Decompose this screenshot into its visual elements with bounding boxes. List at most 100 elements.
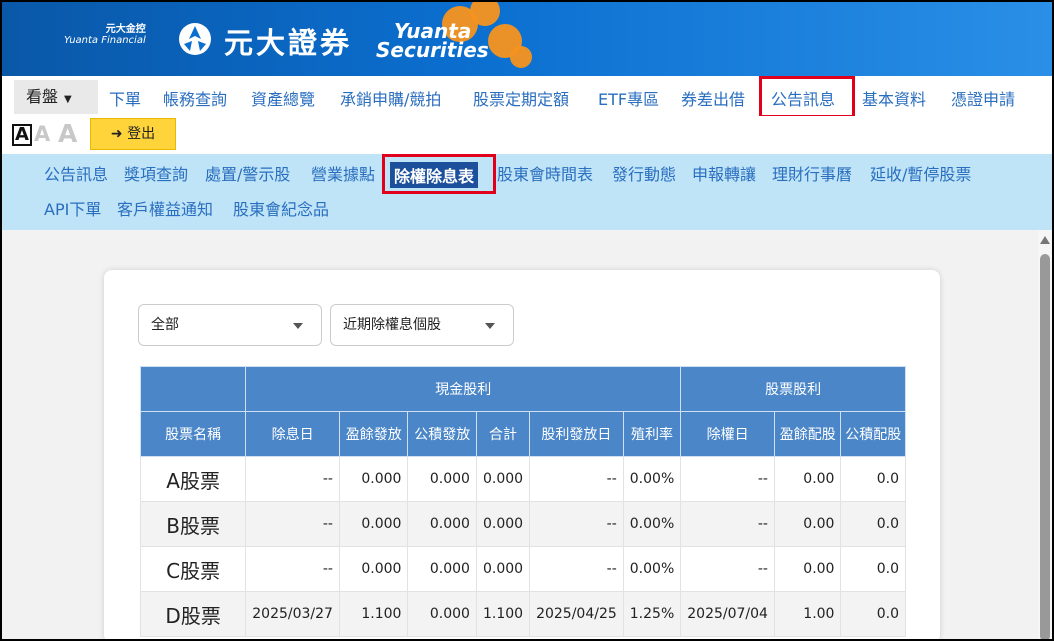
sub-item-shareholder-meetings[interactable]: 股東會時間表 xyxy=(497,161,593,185)
column-header[interactable]: 股利發放日 xyxy=(529,411,624,457)
dropdown-arrow-icon xyxy=(293,323,303,329)
nav-item-assets[interactable]: 資產總覽 xyxy=(251,86,315,110)
nav-item-certificate[interactable]: 憑證申請 xyxy=(951,86,1015,110)
table-cell: 0.000 xyxy=(407,501,477,547)
nav-item-regular-investment[interactable]: 股票定期定額 xyxy=(473,86,569,110)
nav-item-securities-lending[interactable]: 券差出借 xyxy=(681,86,745,110)
header-banner: 元大金控 Yuanta Financial 元大證券 Yuanta Securi… xyxy=(2,2,1052,76)
dropdown-arrow-icon xyxy=(485,323,495,329)
kanpan-label: 看盤 xyxy=(26,87,59,106)
table-cell: -- xyxy=(245,456,340,502)
browser-frame: 元大金控 Yuanta Financial 元大證券 Yuanta Securi… xyxy=(0,0,1054,641)
sub-item-customer-rights[interactable]: 客戶權益通知 xyxy=(117,196,213,220)
stock-name-cell[interactable]: B股票 xyxy=(140,501,247,547)
font-size-large-button[interactable]: A xyxy=(58,119,77,148)
table-row: B股票 -- 0.000 0.000 0.000 -- 0.00% -- 0.0… xyxy=(140,501,906,547)
table-cell: 0.000 xyxy=(475,546,531,592)
sub-item-api-order[interactable]: API下單 xyxy=(44,196,101,220)
sub-item-finance-calendar[interactable]: 理財行事曆 xyxy=(772,161,852,185)
sub-nav: 公告訊息 獎項查詢 處置/警示股 營業據點 除權除息表 股東會時間表 發行動態 … xyxy=(2,154,1052,230)
vertical-scrollbar[interactable] xyxy=(1038,230,1052,639)
dividend-table-wrapper: 現金股利 股票股利 股票名稱 除息日 盈餘發放 公積發放 合計 股利發放日 殖利… xyxy=(140,366,906,639)
toolbar: A A A ➜ 登出 xyxy=(2,116,1052,154)
table-cell: 0.000 xyxy=(338,501,409,547)
table-cell: 0.00% xyxy=(622,501,682,547)
group-header-stock-dividend: 股票股利 xyxy=(680,366,906,412)
highlight-box-ex-dividend xyxy=(382,154,496,194)
column-header[interactable]: 合計 xyxy=(475,411,531,457)
dividend-table: 現金股利 股票股利 股票名稱 除息日 盈餘發放 公積發放 合計 股利發放日 殖利… xyxy=(140,366,906,637)
table-cell: 0.000 xyxy=(407,546,477,592)
table-cell: -- xyxy=(680,546,775,592)
brand-name-en: Yuanta Securities xyxy=(376,21,489,62)
font-size-small-button[interactable]: A xyxy=(12,124,32,146)
table-cell: -- xyxy=(680,456,775,502)
table-cell: -- xyxy=(529,456,624,502)
nav-item-underwriting[interactable]: 承銷申購/競拍 xyxy=(340,86,441,110)
table-cell: -- xyxy=(245,546,340,592)
stock-name-cell[interactable]: D股票 xyxy=(140,591,247,637)
group-header-cash-dividend: 現金股利 xyxy=(245,366,682,412)
table-cell: 1.100 xyxy=(475,591,531,637)
range-select[interactable]: 近期除權息個股 xyxy=(330,304,514,346)
stock-name-cell[interactable]: A股票 xyxy=(140,456,247,502)
column-header[interactable]: 除權日 xyxy=(680,411,775,457)
table-cell: -- xyxy=(680,501,775,547)
table-cell: 2025/04/25 xyxy=(529,591,624,637)
group-logo-cn: 元大金控 xyxy=(105,24,146,35)
table-cell: -- xyxy=(529,501,624,547)
table-row: A股票 -- 0.000 0.000 0.000 -- 0.00% -- 0.0… xyxy=(140,456,906,502)
table-cell: 2025/07/04 xyxy=(680,591,775,637)
column-header[interactable]: 殖利率 xyxy=(622,411,682,457)
sub-item-issuance[interactable]: 發行動態 xyxy=(612,161,676,185)
table-cell: 0.000 xyxy=(475,456,531,502)
sign-out-icon: ➜ xyxy=(110,126,123,142)
market-select[interactable]: 全部 xyxy=(138,304,322,346)
group-logo-en: Yuanta Financial xyxy=(64,35,146,46)
table-cell: 1.100 xyxy=(338,591,409,637)
sub-item-disposal-warning[interactable]: 處置/警示股 xyxy=(205,161,290,185)
sub-item-announcements[interactable]: 公告訊息 xyxy=(44,161,108,185)
column-header[interactable]: 除息日 xyxy=(245,411,340,457)
table-cell: 0.0 xyxy=(840,501,906,547)
sub-item-awards[interactable]: 獎項查詢 xyxy=(124,161,188,185)
nav-item-account[interactable]: 帳務查詢 xyxy=(163,86,227,110)
sub-item-transfer-report[interactable]: 申報轉讓 xyxy=(692,161,756,185)
table-cell: 0.00% xyxy=(622,546,682,592)
nav-item-basic-info[interactable]: 基本資料 xyxy=(862,86,926,110)
table-row: D股票 2025/03/27 1.100 0.000 1.100 2025/04… xyxy=(140,591,906,637)
font-size-medium-button[interactable]: A xyxy=(34,122,50,146)
column-header[interactable]: 盈餘配股 xyxy=(773,411,842,457)
table-cell: 0.000 xyxy=(338,456,409,502)
nav-item-etf[interactable]: ETF專區 xyxy=(598,86,659,110)
scroll-thumb[interactable] xyxy=(1040,254,1050,639)
column-header[interactable]: 盈餘發放 xyxy=(338,411,409,457)
table-cell: 0.0 xyxy=(840,546,906,592)
table-cell: -- xyxy=(529,546,624,592)
group-logo: 元大金控 Yuanta Financial xyxy=(64,24,146,46)
table-cell: 0.00% xyxy=(622,456,682,502)
scroll-up-arrow-icon[interactable] xyxy=(1040,236,1050,244)
column-header[interactable]: 公積配股 xyxy=(840,411,906,457)
header-empty-cell xyxy=(140,366,247,412)
sub-item-branches[interactable]: 營業據點 xyxy=(311,161,375,185)
table-cell: 0.000 xyxy=(338,546,409,592)
highlight-box-announcements xyxy=(759,76,855,118)
stock-name-cell[interactable]: C股票 xyxy=(140,546,247,592)
sub-item-suspended-stocks[interactable]: 延收/暫停股票 xyxy=(870,161,971,185)
table-cell: 0.000 xyxy=(407,456,477,502)
brand-en-line2: Securities xyxy=(376,38,489,62)
table-cell: 0.00 xyxy=(773,456,842,502)
table-row: C股票 -- 0.000 0.000 0.000 -- 0.00% -- 0.0… xyxy=(140,546,906,592)
logout-button[interactable]: ➜ 登出 xyxy=(90,118,176,150)
table-cell: 0.00 xyxy=(773,546,842,592)
kanpan-dropdown[interactable]: 看盤 ▼ xyxy=(14,80,98,114)
table-cell: 2025/03/27 xyxy=(245,591,340,637)
column-header[interactable]: 股票名稱 xyxy=(140,411,247,457)
table-cell: 1.25% xyxy=(622,591,682,637)
column-header[interactable]: 公積發放 xyxy=(407,411,477,457)
brand-name-cn: 元大證券 xyxy=(224,26,353,60)
nav-item-order[interactable]: 下單 xyxy=(109,86,141,110)
caret-down-icon: ▼ xyxy=(64,94,72,105)
sub-item-souvenirs[interactable]: 股東會紀念品 xyxy=(233,196,329,220)
